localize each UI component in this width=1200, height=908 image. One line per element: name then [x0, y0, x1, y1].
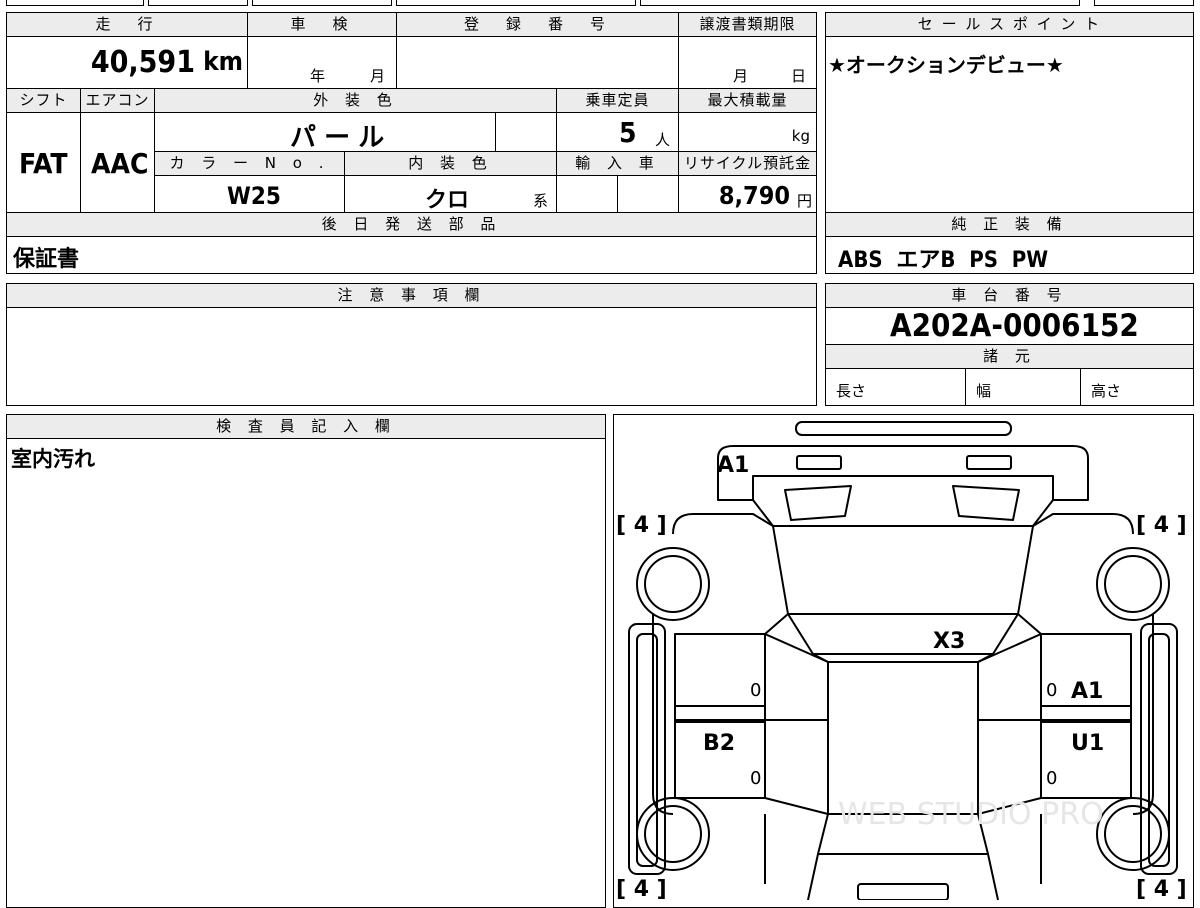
top-strip — [0, 0, 1200, 8]
registration-cell — [396, 36, 679, 89]
recycle-unit: 円 — [796, 192, 812, 210]
import-header: 輸 入 車 — [556, 151, 679, 176]
notes-header: 注 意 事 項 欄 — [6, 283, 817, 308]
interior-color-header: 内 装 色 — [344, 151, 557, 176]
chassis-header: 車 台 番 号 — [825, 283, 1194, 308]
recycle-header: リサイクル預託金 — [678, 151, 817, 176]
max-load-cell: kg — [678, 112, 817, 152]
length-label: 長さ — [836, 382, 867, 400]
zero-mark-right-rear: 0 — [1046, 768, 1057, 789]
transfer-deadline-cell: 月 日 — [678, 36, 817, 89]
height-cell: 高さ — [1080, 368, 1194, 406]
color-no-value: W25 — [227, 182, 281, 210]
vehicle-diagram: 0 0 0 0 [ 4 ] [ 4 ] [ 4 ] [ 4 ] A1 X3 A1… — [616, 421, 1187, 900]
capacity-header: 乗車定員 — [556, 88, 679, 113]
width-label: 幅 — [976, 382, 992, 400]
mileage-cell: 40,591 km — [6, 36, 248, 89]
interior-color-value: クロ — [425, 188, 470, 213]
chassis-value: A202A-0006152 — [890, 308, 1139, 344]
mileage-header: 走 行 — [6, 12, 248, 37]
capacity-cell: 5 人 — [556, 112, 679, 152]
mark-right-front-door: A1 — [1071, 679, 1103, 704]
mileage-value: 40,591 — [90, 45, 195, 80]
genuine-equipment-header: 純 正 装 備 — [825, 212, 1194, 237]
recycle-cell: 8,790 円 — [678, 175, 817, 213]
exterior-color-extra — [495, 112, 557, 152]
color-no-cell: W25 — [154, 175, 345, 213]
exterior-color-value: パ ー ル — [290, 123, 385, 153]
inspection-cell: 年 月 — [247, 36, 397, 89]
genuine-equipment-cell: ABS エアB PS PW — [825, 236, 1194, 274]
mark-left-rear-door: B2 — [703, 731, 735, 756]
inspection-header: 車 検 — [247, 12, 397, 37]
inspector-header: 検 査 員 記 入 欄 — [6, 414, 606, 439]
zero-mark-left-rear: 0 — [750, 768, 761, 789]
sales-point-header: セ ー ル ス ポ イ ン ト — [825, 12, 1194, 37]
inspector-notes-value: 室内汚れ — [11, 447, 95, 471]
mileage-unit: km — [203, 47, 243, 77]
exterior-color-header: 外 装 色 — [154, 88, 557, 113]
tire-rear-right: [ 4 ] — [1136, 877, 1187, 900]
genuine-equipment-value: ABS エアB PS PW — [838, 248, 1049, 273]
notes-cell — [6, 307, 817, 406]
shift-cell: FAT — [6, 112, 81, 213]
color-no-header: カ ラ ー N o . — [154, 151, 345, 176]
tire-front-left: [ 4 ] — [616, 513, 667, 538]
aircon-value: AAC — [91, 147, 149, 180]
later-parts-value: 保証書 — [13, 247, 80, 272]
inspector-cell: 室内汚れ — [6, 438, 606, 908]
later-parts-header: 後 日 発 送 部 品 — [6, 212, 817, 237]
max-load-unit: kg — [791, 127, 810, 145]
zero-mark-left-front: 0 — [750, 680, 761, 701]
width-cell: 幅 — [965, 368, 1081, 406]
mark-right-rear-door: U1 — [1071, 731, 1104, 756]
chassis-cell: A202A-0006152 — [825, 307, 1194, 345]
zero-mark-right-front: 0 — [1046, 680, 1057, 701]
import-cell-b — [617, 175, 679, 213]
height-label: 高さ — [1091, 382, 1122, 400]
interior-color-cell: クロ 系 — [344, 175, 557, 213]
max-load-header: 最大積載量 — [678, 88, 817, 113]
import-cell-a — [556, 175, 618, 213]
capacity-unit: 人 — [655, 131, 671, 149]
shift-value: FAT — [19, 147, 68, 180]
tire-rear-left: [ 4 ] — [616, 877, 667, 900]
mark-front-bumper: A1 — [717, 453, 749, 478]
transfer-deadline-header: 譲渡書類期限 — [678, 12, 817, 37]
specs-header: 諸 元 — [825, 344, 1194, 369]
exterior-color-cell: パ ー ル — [154, 112, 496, 153]
sales-point-value: ★オークションデビュー★ — [828, 53, 1064, 77]
registration-header: 登 録 番 号 — [396, 12, 679, 37]
mark-windshield: X3 — [933, 629, 965, 654]
transfer-month: 月 — [733, 67, 749, 85]
length-cell: 長さ — [825, 368, 966, 406]
transfer-day: 日 — [791, 67, 807, 85]
later-parts-cell: 保証書 — [6, 236, 817, 274]
aircon-header: エアコン — [80, 88, 155, 113]
interior-color-suffix: 系 — [533, 192, 549, 210]
inspection-year: 年 — [310, 67, 326, 85]
sales-point-cell: ★オークションデビュー★ — [825, 36, 1194, 213]
watermark: WEB STUDIO PRO — [838, 797, 1104, 832]
tire-front-right: [ 4 ] — [1136, 513, 1187, 538]
recycle-value: 8,790 — [718, 181, 790, 210]
inspection-month: 月 — [370, 67, 386, 85]
capacity-value: 5 — [619, 116, 637, 149]
shift-header: シフト — [6, 88, 81, 113]
aircon-cell: AAC — [80, 112, 155, 213]
